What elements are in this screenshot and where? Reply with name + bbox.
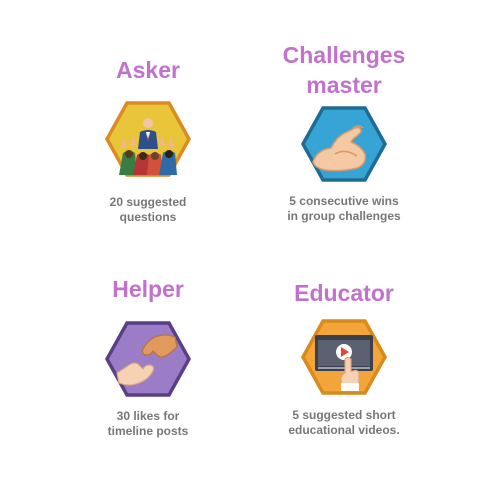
badge-title: Challenges master [282, 42, 406, 98]
crowd-raising-hands-icon [105, 101, 191, 177]
badge-description: 5 consecutive wins in group challenges [287, 194, 401, 223]
video-player-click-icon [301, 319, 387, 395]
badge-title: Helper [112, 276, 184, 302]
helping-hands-icon [105, 321, 191, 397]
badge-title: Educator [294, 280, 394, 306]
badge-description: 5 suggested short educational videos. [288, 408, 400, 437]
badge-asker: Asker 20 suggested questions [48, 50, 248, 230]
badge-helper: Helper 30 likes for timeline posts [48, 270, 248, 450]
badge-challenges-master: Challenges master 5 consecutive wins in … [244, 38, 444, 230]
badge-title: Asker [116, 57, 180, 83]
badge-educator: Educator 5 suggested short educational v… [244, 274, 444, 450]
flexed-biceps-icon [301, 106, 387, 182]
badge-description: 20 suggested questions [109, 195, 187, 224]
badge-description: 30 likes for timeline posts [107, 409, 189, 438]
